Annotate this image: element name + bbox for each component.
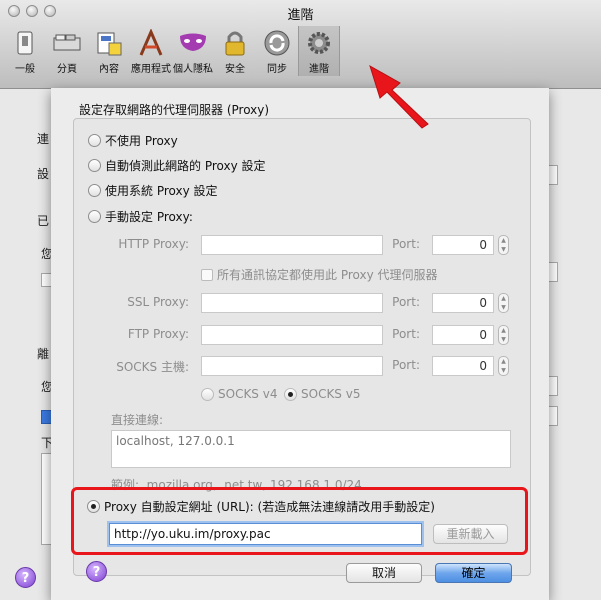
toolbar-label: 同步 — [267, 64, 287, 75]
background-label: 設 — [37, 167, 50, 181]
radio-button[interactable] — [201, 387, 214, 401]
radio-button[interactable] — [284, 387, 297, 401]
background-help-button[interactable]: ? — [15, 567, 36, 588]
toolbar-label: 安全 — [225, 64, 245, 75]
sheet-title: 設定存取網路的代理伺服器 (Proxy) — [79, 103, 270, 117]
radio-label: 手動設定 Proxy: — [105, 210, 193, 224]
ftp-port-label: Port: — [392, 327, 420, 341]
radio-label: SOCKS v5 — [301, 387, 361, 401]
toolbar-item-content[interactable]: 內容 — [88, 26, 130, 76]
socks-port-label: Port: — [392, 358, 420, 372]
radio-button[interactable] — [88, 134, 101, 147]
toolbar-item-advanced[interactable]: 進階 — [298, 26, 340, 76]
ssl-proxy-field[interactable] — [201, 293, 383, 313]
toolbar-item-security[interactable]: 安全 — [214, 26, 256, 76]
http-port-label: Port: — [392, 237, 420, 251]
toolbar-item-tabs[interactable]: 分頁 — [46, 26, 88, 76]
socks-host-field[interactable] — [201, 356, 383, 376]
ssl-port-field[interactable]: 0 — [432, 293, 494, 313]
radio-manual-proxy[interactable]: 手動設定 Proxy: — [88, 208, 193, 225]
toolbar-label: 進階 — [309, 64, 329, 75]
cancel-button[interactable]: 取消 — [346, 563, 422, 583]
preferences-toolbar: 一般 分頁 內容 應用程式 個人隱私 安全 同步 進階 — [4, 26, 340, 76]
ssl-port-stepper[interactable]: ▲ ▼ — [498, 293, 509, 313]
radio-button[interactable] — [88, 159, 101, 172]
radio-system-proxy[interactable]: 使用系統 Proxy 設定 — [88, 182, 218, 199]
http-proxy-field[interactable] — [201, 235, 383, 255]
http-port-field[interactable]: 0 — [432, 235, 494, 255]
background-field[interactable] — [548, 376, 558, 396]
radio-socks-v4[interactable]: SOCKS v4 — [201, 387, 277, 401]
checkbox-label: 所有通訊協定都使用此 Proxy 代理伺服器 — [217, 268, 438, 282]
title-bar: 進階 一般 分頁 內容 應用程式 個人隱私 安全 同步 進階 — [0, 0, 601, 89]
ssl-proxy-label: SSL Proxy: — [127, 295, 189, 309]
preferences-window: 進階 一般 分頁 內容 應用程式 個人隱私 安全 同步 進階 連 設 已 您 離… — [0, 0, 601, 600]
socks-port-field[interactable]: 0 — [432, 356, 494, 376]
help-button[interactable]: ? — [86, 561, 107, 582]
http-port-stepper[interactable]: ▲ ▼ — [498, 235, 509, 255]
socks-host-label: SOCKS 主機: — [116, 360, 189, 374]
ftp-port-stepper[interactable]: ▲ ▼ — [498, 325, 509, 345]
toolbar-item-general[interactable]: 一般 — [4, 26, 46, 76]
same-proxy-checkbox[interactable]: 所有通訊協定都使用此 Proxy 代理伺服器 — [201, 266, 438, 283]
toolbar-label: 一般 — [15, 64, 35, 75]
socks-port-stepper[interactable]: ▲ ▼ — [498, 356, 509, 376]
privacy-mask-icon — [178, 28, 208, 58]
radio-label: 不使用 Proxy — [105, 134, 178, 148]
lock-icon — [220, 28, 250, 58]
checkbox[interactable] — [201, 268, 213, 281]
sync-icon — [262, 28, 292, 58]
highlight-annotation — [71, 487, 528, 555]
background-field[interactable] — [548, 262, 558, 282]
background-label: 離 — [37, 347, 50, 361]
tabs-icon — [52, 28, 82, 58]
ftp-port-field[interactable]: 0 — [432, 325, 494, 345]
radio-label: 使用系統 Proxy 設定 — [105, 184, 218, 198]
toolbar-label: 分頁 — [57, 64, 77, 75]
ssl-port-label: Port: — [392, 295, 420, 309]
no-proxy-label: 直接連線: — [111, 413, 164, 427]
ok-button[interactable]: 確定 — [435, 563, 512, 583]
radio-socks-v5[interactable]: SOCKS v5 — [284, 387, 360, 401]
switch-icon — [10, 28, 40, 58]
toolbar-item-privacy[interactable]: 個人隱私 — [172, 26, 214, 76]
toolbar-label: 個人隱私 — [173, 64, 213, 75]
radio-button[interactable] — [88, 184, 101, 197]
toolbar-item-sync[interactable]: 同步 — [256, 26, 298, 76]
toolbar-item-applications[interactable]: 應用程式 — [130, 26, 172, 76]
toolbar-label: 應用程式 — [131, 64, 171, 75]
background-label: 連 — [37, 132, 50, 146]
ftp-proxy-field[interactable] — [201, 325, 383, 345]
radio-no-proxy[interactable]: 不使用 Proxy — [88, 132, 178, 149]
no-proxy-textarea[interactable]: localhost, 127.0.0.1 — [111, 430, 511, 468]
ftp-proxy-label: FTP Proxy: — [127, 327, 189, 341]
background-field[interactable] — [548, 406, 558, 426]
radio-auto-detect[interactable]: 自動偵測此網路的 Proxy 設定 — [88, 157, 266, 174]
applications-icon — [136, 28, 166, 58]
content-icon — [94, 28, 124, 58]
gear-icon — [304, 28, 334, 58]
toolbar-label: 內容 — [99, 64, 119, 75]
radio-label: 自動偵測此網路的 Proxy 設定 — [105, 159, 266, 173]
radio-label: SOCKS v4 — [218, 387, 278, 401]
http-proxy-label: HTTP Proxy: — [118, 237, 189, 251]
background-label: 已 — [37, 214, 50, 228]
annotation-arrow-icon — [369, 64, 429, 129]
window-title: 進階 — [287, 8, 314, 23]
background-field[interactable] — [548, 165, 558, 185]
radio-button[interactable] — [88, 210, 101, 223]
